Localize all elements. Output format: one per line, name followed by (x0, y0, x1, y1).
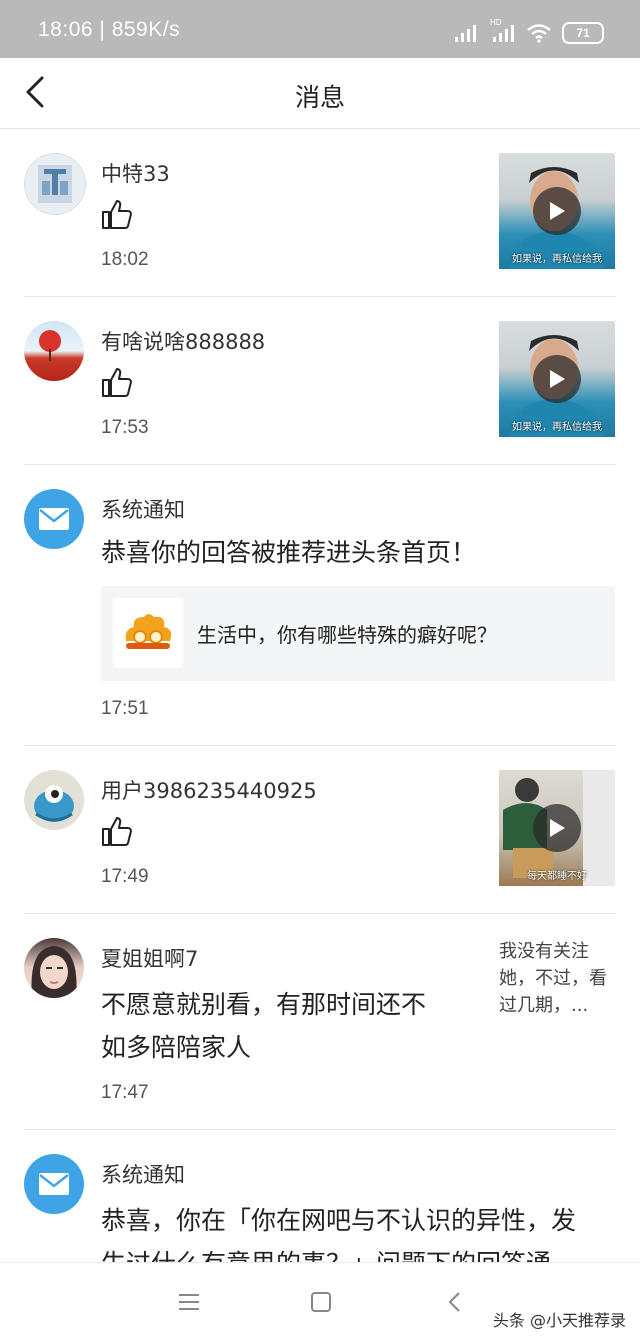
network-speed: 859K/s (111, 18, 181, 41)
play-icon (550, 370, 565, 388)
message-time: 17:51 (101, 698, 149, 719)
question-logo (113, 598, 183, 668)
status-separator: | (99, 18, 112, 41)
status-bar: 18:06 | 859K/s HD 71 (0, 0, 640, 58)
back-nav-button[interactable] (442, 1289, 468, 1315)
message-time: 18:02 (101, 249, 149, 270)
thumbnail-caption: 如果说，再私信给我 (512, 422, 602, 433)
back-triangle-icon (448, 1292, 460, 1312)
avatar[interactable] (24, 770, 84, 830)
video-thumbnail[interactable]: 如果说，再私信给我 (499, 321, 615, 437)
list-item[interactable]: 夏姐姐啊7 不愿意就别看，有那时间还不 如多陪陪家人 17:47 我没有关注 她… (0, 914, 640, 1130)
play-icon (550, 819, 565, 837)
wifi-icon (527, 24, 551, 43)
system-avatar[interactable] (24, 1154, 84, 1214)
envelope-icon (39, 508, 69, 530)
message-text-line: 恭喜，你在「你在网吧与不认识的异性，发 (101, 1206, 577, 1235)
list-item[interactable]: 有啥说啥888888 17:53 如果说，再私信给我 (0, 297, 640, 465)
sender-name[interactable]: 有啥说啥888888 (101, 326, 265, 356)
nav-bar: 消息 (0, 58, 640, 129)
avatar[interactable] (24, 938, 84, 998)
quoted-question[interactable]: 生活中，你有哪些特殊的癖好呢？ (101, 586, 615, 681)
sender-name[interactable]: 中特33 (101, 158, 170, 188)
message-text: 恭喜你的回答被推荐进头条首页！ (101, 538, 477, 567)
comment-text-line: 不愿意就别看，有那时间还不 (101, 990, 427, 1019)
sender-name[interactable]: 用户3986235440925 (101, 775, 317, 805)
thumbs-up-icon (102, 368, 132, 397)
envelope-icon (39, 1173, 69, 1195)
list-item[interactable]: 中特33 18:02 如果说，再私信给我 (0, 129, 640, 297)
thumbnail-caption: 每天都睡不好 (527, 871, 587, 882)
play-button[interactable] (533, 804, 581, 852)
battery-icon: 71 (562, 22, 604, 44)
sender-name[interactable]: 夏姐姐啊7 (101, 943, 198, 973)
list-item[interactable]: 用户3986235440925 17:49 每天都睡不好 (0, 746, 640, 914)
video-thumbnail[interactable]: 每天都睡不好 (499, 770, 615, 886)
play-button[interactable] (533, 355, 581, 403)
list-item[interactable]: 系统通知 恭喜你的回答被推荐进头条首页！ 生活中，你有哪些特殊的癖好呢？ 17:… (0, 465, 640, 746)
play-button[interactable] (533, 187, 581, 235)
girl-avatar-icon (31, 946, 77, 998)
menu-icon (179, 1294, 199, 1310)
status-time: 18:06 (38, 18, 94, 41)
signal-hd-icon (493, 25, 514, 42)
message-text-line: 生过什么有意思的事？」问题下的回答通 (101, 1242, 576, 1262)
system-nav-bar: 头条 @小天推荐录 (0, 1262, 640, 1340)
avatar[interactable] (24, 153, 86, 215)
original-reply-snippet[interactable]: 我没有关注 她，不过，看 过几期，... (499, 938, 617, 1019)
avatar-image-icon (38, 165, 72, 203)
system-avatar[interactable] (24, 489, 84, 549)
quoted-question-text: 生活中，你有哪些特殊的癖好呢？ (197, 623, 497, 647)
comment-text-line: 如多陪陪家人 (101, 1033, 252, 1062)
video-thumbnail[interactable]: 如果说，再私信给我 (499, 153, 615, 269)
list-item[interactable]: 系统通知 恭喜，你在「你在网吧与不认识的异性，发 生过什么有意思的事？」问题下的… (0, 1130, 640, 1262)
page-title: 消息 (294, 83, 345, 112)
tree-avatar-icon (39, 330, 61, 361)
message-time: 17:47 (101, 1082, 149, 1103)
sender-name[interactable]: 系统通知 (101, 1159, 185, 1189)
thumbnail-caption: 如果说，再私信给我 (512, 254, 602, 265)
cloud-logo-icon (125, 614, 172, 649)
sender-name[interactable]: 系统通知 (101, 494, 185, 524)
menu-button[interactable] (176, 1289, 202, 1315)
message-time: 17:49 (101, 866, 149, 887)
play-icon (550, 202, 565, 220)
message-list[interactable]: 中特33 18:02 如果说，再私信给我 有啥说啥888888 17:53 如果… (0, 129, 640, 1262)
avatar[interactable] (24, 321, 84, 381)
thumbs-up-icon (102, 817, 132, 846)
monster-avatar-icon (34, 785, 74, 822)
message-time: 17:53 (101, 417, 149, 438)
home-button[interactable] (308, 1289, 334, 1315)
watermark: 头条 @小天推荐录 (492, 1307, 626, 1331)
home-square-icon (311, 1292, 331, 1312)
thumbs-up-icon (102, 200, 132, 229)
signal-icon (455, 25, 476, 42)
